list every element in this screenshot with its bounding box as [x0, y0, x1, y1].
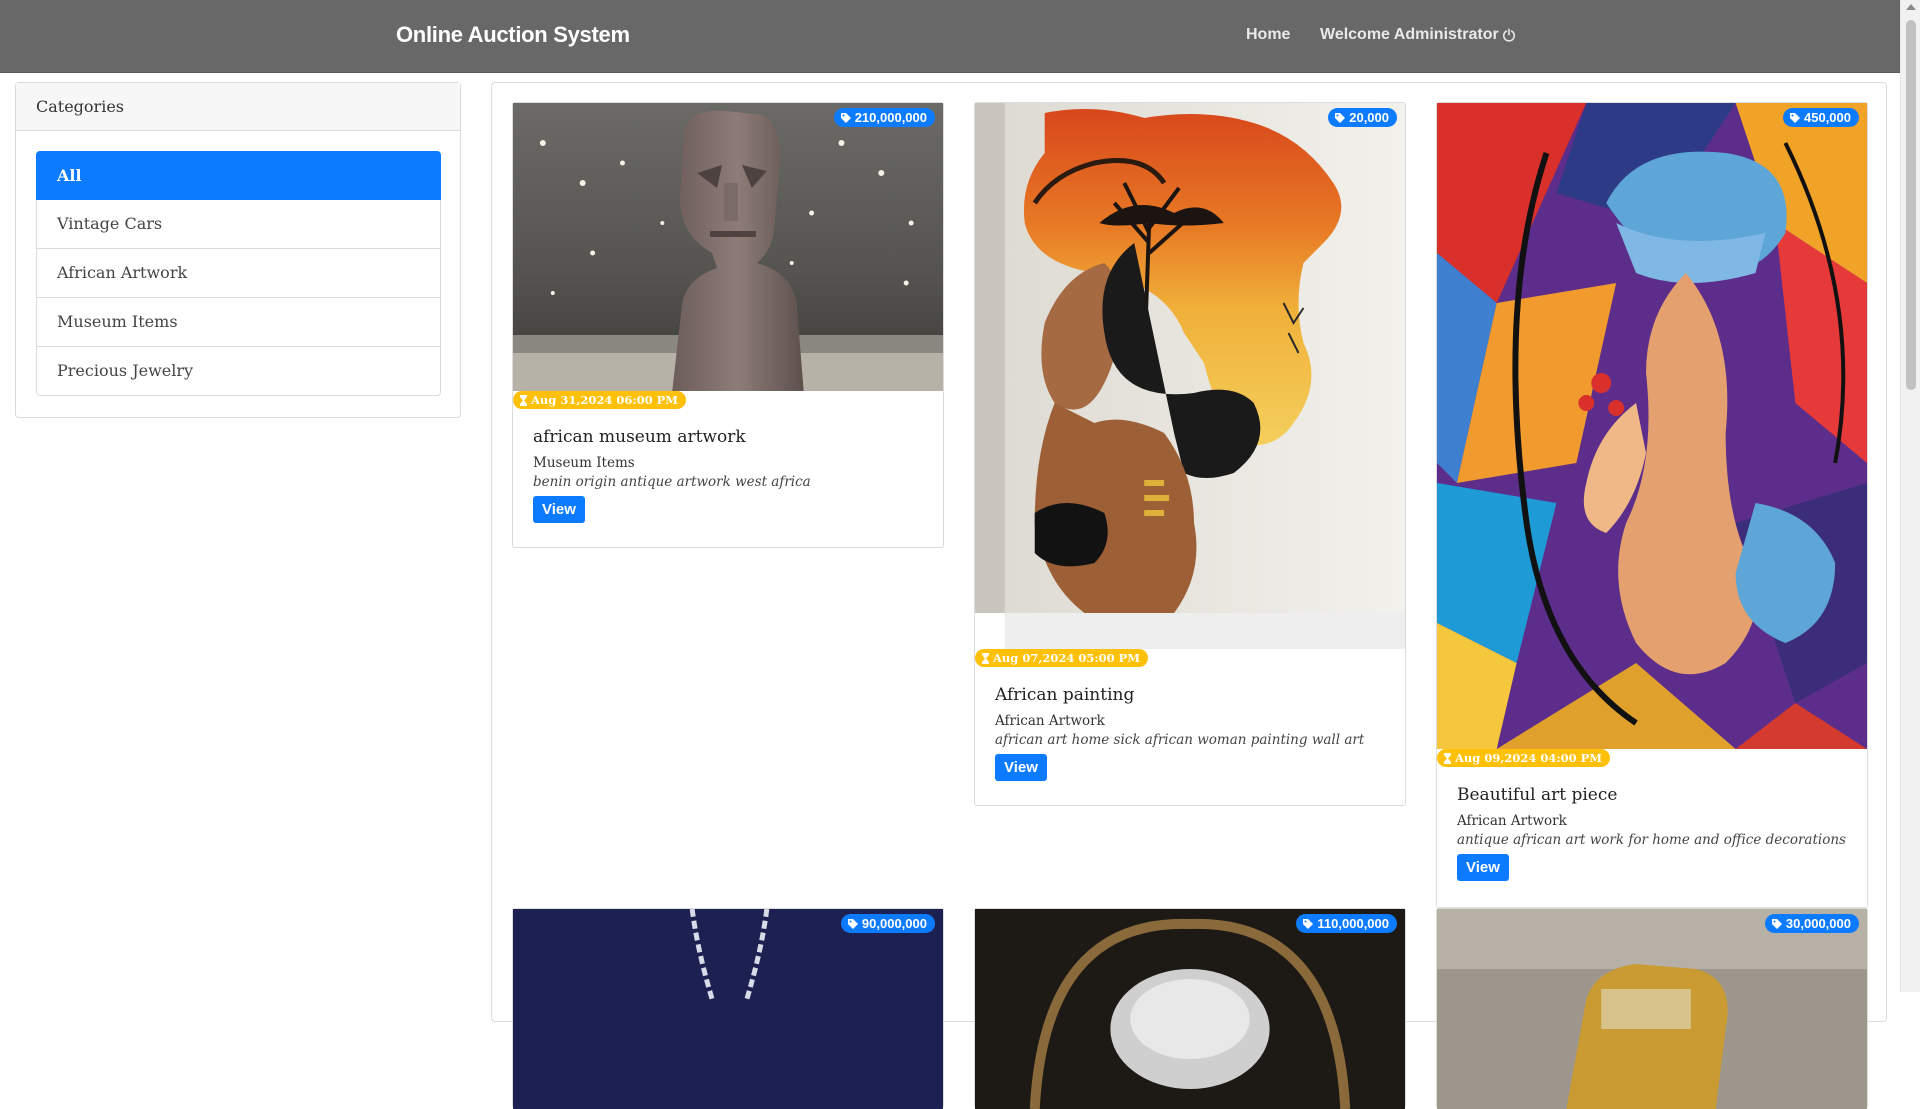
tag-icon	[1303, 918, 1314, 929]
price-value: 110,000,000	[1317, 916, 1389, 931]
end-date-value: Aug 09,2024 04:00 PM	[1455, 751, 1602, 765]
price-badge: 90,000,000	[840, 914, 935, 933]
tag-icon	[847, 918, 858, 929]
product-category: African Artwork	[995, 713, 1105, 729]
categories-panel: Categories All Vintage Cars African Artw…	[15, 82, 461, 418]
hourglass-icon	[982, 652, 989, 664]
product-card: 30,000,000	[1436, 908, 1868, 1109]
hourglass-icon	[520, 394, 527, 406]
welcome-label: Welcome Administrator	[1320, 26, 1499, 43]
tag-icon	[840, 112, 851, 123]
category-item-vintage-cars[interactable]: Vintage Cars	[36, 200, 441, 249]
product-title: Beautiful art piece	[1457, 785, 1618, 805]
product-description: benin origin antique artwork west africa	[533, 474, 811, 490]
categories-header: Categories	[16, 83, 460, 131]
category-item-african-artwork[interactable]: African Artwork	[36, 249, 441, 298]
end-date-badge: Aug 07,2024 05:00 PM	[975, 649, 1148, 667]
product-category: Museum Items	[533, 455, 635, 471]
product-category: African Artwork	[1457, 813, 1567, 829]
category-item-museum-items[interactable]: Museum Items	[36, 298, 441, 347]
card-body: african museum artwork Museum Items beni…	[533, 427, 811, 523]
power-icon	[1502, 28, 1515, 42]
product-image-painting[interactable]	[975, 103, 1405, 649]
price-value: 90,000,000	[861, 916, 927, 931]
tag-icon	[1335, 112, 1346, 123]
product-description: antique african art work for home and of…	[1457, 832, 1846, 848]
product-image-art-piece[interactable]	[1437, 103, 1867, 749]
hourglass-icon	[1444, 752, 1451, 764]
view-button[interactable]: View	[1457, 854, 1509, 881]
product-title: african museum artwork	[533, 427, 746, 447]
product-image-necklace[interactable]	[513, 909, 943, 1109]
category-item-all[interactable]: All	[36, 151, 441, 200]
price-badge: 450,000	[1783, 108, 1859, 127]
price-value: 450,000	[1804, 110, 1851, 125]
view-button[interactable]: View	[533, 496, 585, 523]
product-image-gold-ring[interactable]	[1437, 909, 1867, 1109]
price-badge: 20,000	[1328, 108, 1397, 127]
card-body: Beautiful art piece African Artwork anti…	[1457, 785, 1846, 881]
product-card: 20,000 Aug 07,2024 05:00 PM African pain…	[974, 102, 1406, 806]
card-body: African painting African Artwork african…	[995, 685, 1364, 781]
price-value: 30,000,000	[1785, 916, 1851, 931]
scrollbar-thumb[interactable]	[1906, 20, 1916, 390]
price-value: 210,000,000	[854, 110, 927, 125]
category-item-precious-jewelry[interactable]: Precious Jewelry	[36, 347, 441, 396]
product-card: 210,000,000 Aug 31,2024 06:00 PM african…	[512, 102, 944, 548]
product-card: 90,000,000	[512, 908, 944, 1109]
price-badge: 210,000,000	[833, 108, 935, 127]
end-date-badge: Aug 09,2024 04:00 PM	[1437, 749, 1610, 767]
nav-home-link[interactable]: Home	[1246, 26, 1290, 44]
product-card: 110,000,000	[974, 908, 1406, 1109]
scroll-up-arrow-icon[interactable]	[1906, 4, 1916, 10]
tag-icon	[1790, 112, 1800, 123]
category-list: All Vintage Cars African Artwork Museum …	[36, 151, 441, 396]
product-card: 450,000 Aug 09,2024 04:00 PM Beautiful a…	[1436, 102, 1868, 908]
end-date-badge: Aug 31,2024 06:00 PM	[513, 391, 686, 409]
end-date-value: Aug 31,2024 06:00 PM	[531, 393, 678, 407]
view-button[interactable]: View	[995, 754, 1047, 781]
top-navbar: Online Auction System Home Welcome Admin…	[0, 0, 1900, 73]
end-date-value: Aug 07,2024 05:00 PM	[993, 651, 1140, 665]
product-image-statue[interactable]	[513, 103, 943, 391]
price-badge: 110,000,000	[1296, 914, 1397, 933]
tag-icon	[1771, 918, 1782, 929]
page-scrollbar[interactable]	[1900, 0, 1920, 992]
brand-title[interactable]: Online Auction System	[396, 22, 630, 48]
product-description: african art home sick african woman pain…	[995, 732, 1365, 748]
price-badge: 30,000,000	[1764, 914, 1859, 933]
products-panel: 210,000,000 Aug 31,2024 06:00 PM african…	[491, 82, 1887, 1109]
product-title: African painting	[995, 685, 1135, 705]
nav-welcome-link[interactable]: Welcome Administrator	[1320, 26, 1516, 44]
product-image-ring[interactable]	[975, 909, 1405, 1109]
price-value: 20,000	[1349, 110, 1389, 125]
